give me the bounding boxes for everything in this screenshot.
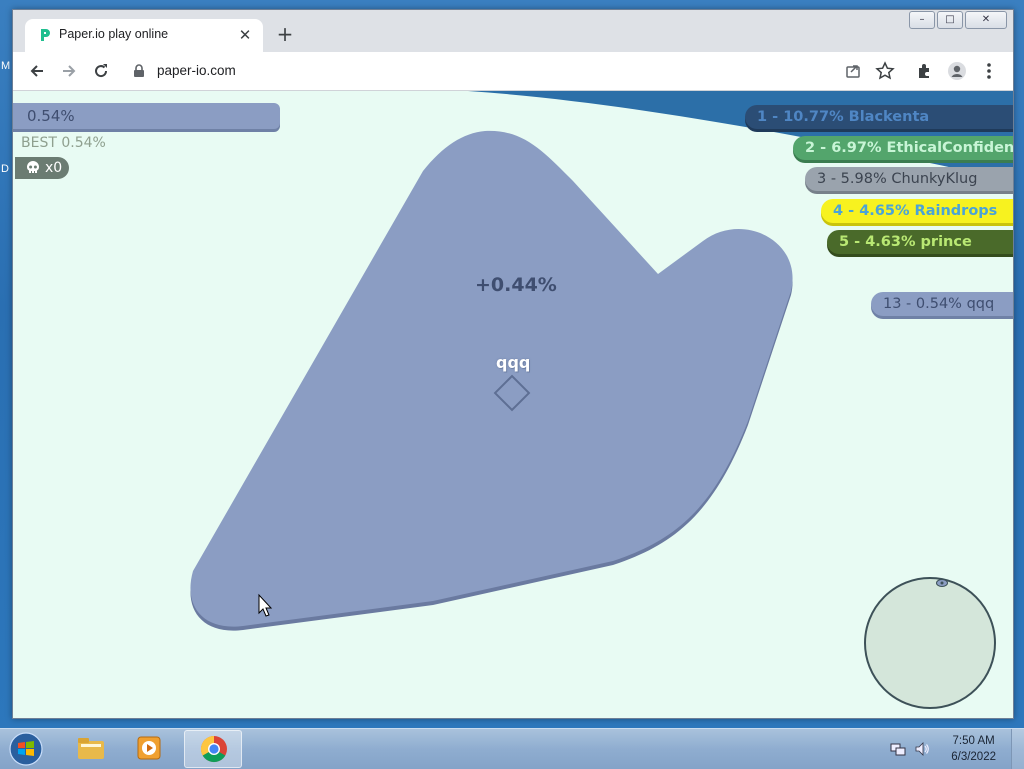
address-bar[interactable]: paper-io.com [123, 57, 843, 85]
folder-icon [78, 738, 104, 759]
clock-date: 6/3/2022 [951, 751, 996, 763]
minimize-button[interactable]: – [909, 11, 935, 29]
extensions-puzzle-icon[interactable] [915, 61, 935, 81]
show-desktop-button[interactable] [1011, 729, 1024, 769]
taskbar-media-player[interactable] [120, 730, 176, 766]
windows-taskbar: 7:50 AM 6/3/2022 [0, 728, 1024, 769]
minimap [864, 577, 996, 709]
reload-icon[interactable] [91, 61, 111, 81]
best-score-label: BEST 0.54% [21, 135, 106, 151]
start-button-icon[interactable] [6, 731, 46, 767]
share-icon[interactable] [843, 61, 863, 81]
tab-close-icon[interactable]: ✕ [235, 25, 255, 45]
leaderboard-row: 5 - 4.63% prince [827, 230, 1013, 254]
more-menu-icon[interactable] [979, 61, 999, 81]
paper-io-favicon-icon [41, 29, 50, 41]
territory-gain-popup: +0.44% [475, 274, 557, 296]
lock-icon [134, 64, 144, 77]
tab-title: Paper.io play online [59, 27, 169, 41]
chrome-icon [200, 735, 227, 763]
clock-time: 7:50 AM [952, 735, 995, 747]
bookmark-star-icon[interactable] [875, 61, 895, 81]
forward-arrow-icon[interactable] [59, 61, 79, 81]
new-tab-button[interactable]: + [275, 24, 295, 44]
leaderboard-row: 2 - 6.97% EthicalConfident [793, 136, 1013, 160]
leaderboard-row: 1 - 10.77% Blackenta [745, 105, 1013, 129]
restore-button[interactable]: □ [937, 11, 963, 29]
browser-titlebar: Paper.io play online ✕ + – □ ✕ [13, 10, 1013, 52]
back-arrow-icon[interactable] [27, 61, 47, 81]
own-rank-row: 13 - 0.54% qqq [871, 292, 1013, 316]
browser-window: Paper.io play online ✕ + – □ ✕ paper-io.… [12, 9, 1014, 719]
minimap-player-marker [936, 579, 948, 587]
close-window-button[interactable]: ✕ [965, 11, 1007, 29]
skull-icon [27, 161, 39, 173]
browser-tab[interactable]: Paper.io play online ✕ [25, 19, 263, 52]
media-player-icon [137, 736, 161, 760]
window-controls: – □ ✕ [909, 11, 1007, 29]
profile-avatar-icon[interactable] [947, 61, 967, 81]
player-territory [190, 130, 793, 627]
network-icon[interactable] [890, 741, 906, 757]
url-text: paper-io.com [157, 63, 236, 78]
leaderboard-row: 3 - 5.98% ChunkyKlug [805, 167, 1013, 191]
taskbar-explorer[interactable] [62, 730, 118, 766]
browser-toolbar: paper-io.com [13, 52, 1013, 91]
system-clock[interactable]: 7:50 AM 6/3/2022 [951, 733, 996, 765]
game-canvas[interactable]: 0.54% BEST 0.54% x0 1 - 10.77% Blackenta… [13, 91, 1013, 718]
player-name-label: qqq [496, 353, 531, 372]
desktop-icon-label: D [1, 163, 9, 175]
volume-icon[interactable] [914, 741, 930, 757]
leaderboard-row: 4 - 4.65% Raindrops [821, 199, 1013, 223]
territory-percent-bar: 0.54% [13, 103, 280, 129]
desktop-icon-label: M [1, 60, 11, 72]
taskbar-chrome[interactable] [184, 730, 242, 768]
kills-value: x0 [45, 160, 63, 176]
kills-counter: x0 [15, 157, 69, 179]
